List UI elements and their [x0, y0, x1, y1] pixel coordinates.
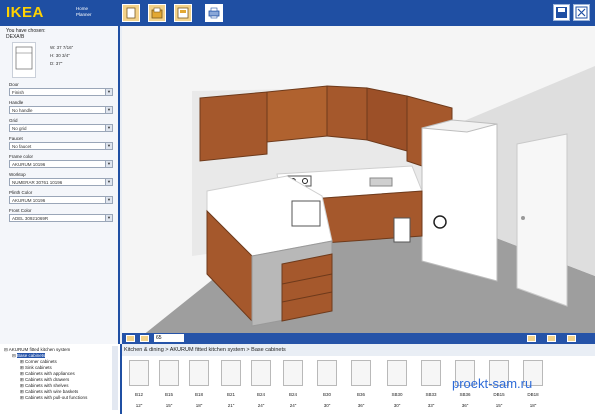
cabinet-thumbnail: [159, 360, 179, 386]
save-disk-icon[interactable]: [553, 4, 570, 21]
chevron-down-icon[interactable]: ▼: [105, 125, 112, 131]
product-item[interactable]: B12 12": [126, 358, 152, 412]
handle-select[interactable]: No handle ▼: [9, 106, 113, 114]
category-tree: ⊟ AKURUM fitted kitchen system ⊟ Base ca…: [0, 344, 122, 414]
frame-color-option: Frame color AKURUM 10196 ▼: [9, 154, 113, 168]
cabinet-thumbnail: [387, 360, 407, 386]
door-knob: [521, 216, 525, 220]
cabinet-thumbnail: [317, 360, 337, 386]
close-icon[interactable]: [573, 4, 590, 21]
cabinet-thumbnail: [12, 42, 36, 78]
refrigerator[interactable]: [421, 123, 498, 282]
chevron-down-icon[interactable]: ▼: [105, 197, 112, 203]
product-item[interactable]: SB33 33": [418, 358, 444, 412]
chevron-down-icon[interactable]: ▼: [105, 143, 112, 149]
breadcrumb: Kitchen & dining > AKURUM fitted kitchen…: [124, 347, 286, 353]
upper-cabinet-left[interactable]: [199, 91, 268, 162]
chevron-down-icon[interactable]: ▼: [105, 179, 112, 185]
cabinet-thumbnail: [189, 360, 209, 386]
worktop-select[interactable]: NUMERAR 30761 10196 ▼: [9, 178, 113, 186]
ikea-logo: IKEA: [6, 3, 74, 23]
upper-cabinet-glass[interactable]: [366, 87, 408, 152]
cabinet-thumbnail: [283, 360, 303, 386]
chevron-down-icon[interactable]: ▼: [105, 215, 112, 221]
cabinet-thumbnail: [129, 360, 149, 386]
product-item[interactable]: B18 18": [186, 358, 212, 412]
worktop-option: Worktop NUMERAR 30761 10196 ▼: [9, 172, 113, 186]
product-item[interactable]: B36 36": [348, 358, 374, 412]
grid-select[interactable]: No grid ▼: [9, 124, 113, 132]
cabinet-thumbnail: [251, 360, 271, 386]
sink: [369, 177, 393, 187]
cabinet-thumbnail: [421, 360, 441, 386]
plinth-color-option: Plinth Color AKURUM 10196 ▼: [9, 190, 113, 204]
door-option: Door Finish ▼: [9, 82, 113, 96]
faucet-option: Faucet No faucet ▼: [9, 136, 113, 150]
faucet-select[interactable]: No faucet ▼: [9, 142, 113, 150]
rotate-right-icon[interactable]: [140, 335, 149, 342]
top-toolbar: IKEA Home Planner: [0, 0, 595, 26]
front-color-option: Front Color ADEL 30921069R ▼: [9, 208, 113, 222]
corner-shelf[interactable]: [281, 253, 333, 322]
open-file-icon[interactable]: [148, 4, 166, 22]
rotate-left-icon[interactable]: [126, 335, 135, 342]
print-icon[interactable]: [205, 4, 223, 22]
upper-cabinet-corner[interactable]: [266, 85, 328, 143]
product-item[interactable]: SB30 30": [384, 358, 410, 412]
dishwasher[interactable]: [393, 217, 411, 243]
door-select[interactable]: Finish ▼: [9, 88, 113, 96]
product-item[interactable]: B30 30": [314, 358, 340, 412]
pan-right-icon[interactable]: [567, 335, 576, 342]
tree-scrollbar[interactable]: [112, 346, 118, 410]
properties-panel: You have chosen: DEXA!B W: 37 7/16" H: 3…: [0, 26, 120, 344]
front-color-select[interactable]: ADEL 30921069R ▼: [9, 214, 113, 222]
cabinet-thumbnail: [351, 360, 371, 386]
chevron-down-icon[interactable]: ▼: [105, 161, 112, 167]
handle-option: Handle No handle ▼: [9, 100, 113, 114]
chevron-down-icon[interactable]: ▼: [105, 107, 112, 113]
frame-color-select[interactable]: AKURUM 10196 ▼: [9, 160, 113, 168]
plinth-color-select[interactable]: AKURUM 10196 ▼: [9, 196, 113, 204]
dimensions: W: 37 7/16" H: 30 3/4" D: 37": [50, 45, 74, 66]
cabinet-thumbnail: [221, 360, 241, 386]
product-item[interactable]: B21 21": [218, 358, 244, 412]
kitchen-render: [142, 66, 595, 333]
pan-left-icon[interactable]: [547, 335, 556, 342]
grid-option: Grid No grid ▼: [9, 118, 113, 132]
save-file-icon[interactable]: [174, 4, 192, 22]
product-item[interactable]: B15 15": [156, 358, 182, 412]
product-item[interactable]: B24 24": [248, 358, 274, 412]
watermark: proekt-sam.ru: [452, 376, 533, 391]
upper-cabinet-middle[interactable]: [326, 85, 368, 141]
zoom-in-icon[interactable]: [527, 335, 536, 342]
zoom-input[interactable]: 65: [154, 334, 184, 342]
chosen-heading: You have chosen: DEXA!B: [6, 28, 46, 40]
tree-item[interactable]: ⊞ Cabinets with pull-out functions: [20, 395, 87, 401]
product-item[interactable]: B24 24": [280, 358, 306, 412]
logo-subtitle: Home Planner: [76, 6, 92, 17]
kitchen-3d-view[interactable]: [122, 26, 595, 333]
new-file-icon[interactable]: [122, 4, 140, 22]
chevron-down-icon[interactable]: ▼: [105, 89, 112, 95]
oven[interactable]: [291, 200, 321, 227]
view-navbar: 65: [122, 333, 595, 344]
door[interactable]: [516, 133, 568, 307]
